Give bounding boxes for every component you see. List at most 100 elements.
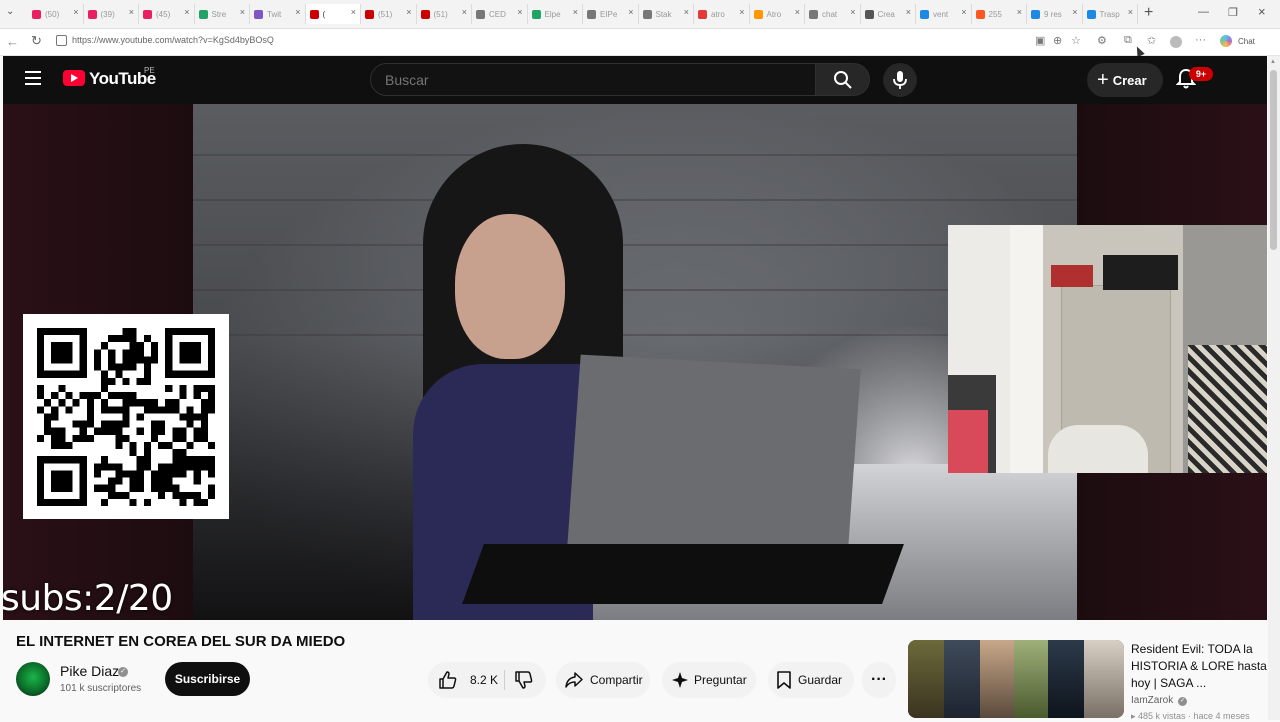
browser-tab[interactable]: (39) × [84,4,139,24]
channel-avatar[interactable] [16,662,50,696]
tab-close-button[interactable]: × [462,7,467,17]
back-button[interactable]: ← [6,34,19,49]
dislike-button[interactable] [508,662,546,698]
browser-tab[interactable]: (50) × [28,4,84,24]
browser-tab[interactable]: Atro × [750,4,805,24]
browser-tab[interactable]: 255 × [972,4,1027,24]
scrollbar-thumb[interactable] [1270,70,1277,250]
profile-avatar[interactable] [1170,36,1182,48]
chat-button[interactable]: Chat [1238,37,1255,46]
browser-tab[interactable]: Stre × [195,4,250,24]
tab-close-button[interactable]: × [240,7,245,17]
refresh-button[interactable]: ↻ [31,33,42,49]
extension-puzzle-icon[interactable]: ⧉ [1124,34,1132,47]
browser-tab[interactable]: CED × [472,4,528,24]
tab-close-button[interactable]: × [129,7,134,17]
tab-favicon-icon [476,9,485,19]
tab-label: Crea [877,9,895,19]
site-info-icon[interactable] [56,35,67,46]
tab-close-button[interactable]: × [1128,7,1133,17]
voice-search-button[interactable] [883,63,917,97]
tab-close-button[interactable]: × [295,7,300,17]
search-button[interactable] [816,63,870,96]
favorites-icon[interactable]: ✩ [1147,34,1156,47]
video-frame[interactable] [193,104,1077,620]
like-button[interactable]: 8.2 K [428,662,504,698]
ask-button[interactable]: Preguntar [662,662,756,698]
browser-tab[interactable]: Crea × [861,4,916,24]
address-bar: ← ↻ https://www.youtube.com/watch?v=KgSd… [0,29,1280,56]
tab-label: (51) [378,9,393,19]
browser-tab[interactable]: chat × [805,4,861,24]
tab-favicon-icon [698,9,707,19]
microphone-icon [893,71,907,89]
youtube-logo-icon[interactable] [63,70,85,86]
plus-icon: + [1097,69,1109,91]
search-input[interactable] [370,63,816,96]
tab-close-button[interactable]: × [1072,7,1077,17]
browser-tab[interactable]: (51) × [417,4,472,24]
browser-tab[interactable]: (× [305,4,361,24]
tab-close-button[interactable]: × [1017,7,1022,17]
tab-close-button[interactable]: × [406,7,411,17]
tab-menu-icon[interactable]: ⌄ [6,6,14,17]
tab-close-button[interactable]: × [850,7,855,17]
create-button[interactable]: + Crear [1087,63,1163,97]
hamburger-menu-icon[interactable] [25,71,41,85]
browser-more-icon[interactable]: ··· [1195,34,1206,46]
zoom-icon[interactable]: ⊕ [1053,34,1062,47]
more-actions-button[interactable]: ··· [862,662,896,698]
tab-favicon-icon [864,9,874,19]
browser-tab[interactable]: 9 res × [1027,4,1083,24]
tab-close-button[interactable]: × [351,7,356,17]
tab-close-button[interactable]: × [684,7,689,17]
subs-counter-overlay: subs:2/20 [3,578,173,619]
recommendation-title[interactable]: Resident Evil: TODA la HISTORIA & LORE h… [1131,641,1271,692]
tab-label: (51) [433,9,448,19]
recommendation-thumbnail[interactable] [908,640,1124,718]
url-field[interactable]: https://www.youtube.com/watch?v=KgSd4byB… [72,35,274,45]
favorite-star-icon[interactable]: ☆ [1071,34,1081,47]
minimize-button[interactable]: — [1198,6,1209,18]
browser-tab[interactable]: (51) × [361,4,417,24]
new-tab-button[interactable]: + [1144,4,1153,22]
browser-tab[interactable]: (45) × [139,4,195,24]
browser-tab[interactable]: Trasp × [1083,4,1138,24]
tab-favicon-icon [587,9,596,19]
tab-close-button[interactable]: × [906,7,911,17]
maximize-button[interactable]: ❐ [1228,6,1238,19]
browser-tab[interactable]: Twit × [250,4,306,24]
subscribe-button[interactable]: Suscribirse [165,662,250,696]
browser-tab[interactable]: atro × [694,4,750,24]
tab-close-button[interactable]: × [961,7,966,17]
window-close-button[interactable]: × [1258,4,1266,19]
tab-close-button[interactable]: × [517,7,522,17]
tab-close-button[interactable]: × [628,7,633,17]
tab-label: vent [933,9,949,19]
browser-tab[interactable]: vent × [916,4,972,24]
tab-label: Elpe [544,9,561,19]
tab-close-button[interactable]: × [795,7,800,17]
split-screen-icon[interactable]: ▣ [1035,34,1045,47]
tab-close-button[interactable]: × [573,7,578,17]
save-label: Guardar [798,673,843,687]
share-button[interactable]: Compartir [556,662,650,698]
save-button[interactable]: Guardar [768,662,854,698]
create-label: Crear [1112,72,1147,88]
page-scrollbar[interactable]: ▲ [1268,56,1280,720]
tab-close-button[interactable]: × [739,7,744,17]
copilot-icon[interactable] [1220,35,1232,47]
tab-label: EIPe [600,9,618,19]
recommendation-channel[interactable]: IamZarok [1131,695,1173,706]
browser-tab[interactable]: EIPe × [583,4,639,24]
browser-tab[interactable]: Elpe × [528,4,583,24]
channel-name[interactable]: Pike Diaz [60,663,119,679]
scroll-up-arrow-icon[interactable]: ▲ [1270,59,1276,65]
extensions-icon[interactable]: ⚙ [1097,34,1107,47]
tab-close-button[interactable]: × [184,7,189,17]
tab-close-button[interactable]: × [73,7,78,17]
browser-tab[interactable]: Stak × [639,4,694,24]
tab-favicon-icon [642,9,652,19]
tab-favicon-icon [809,9,818,19]
video-player[interactable]: subs:2/20 [3,104,1267,620]
